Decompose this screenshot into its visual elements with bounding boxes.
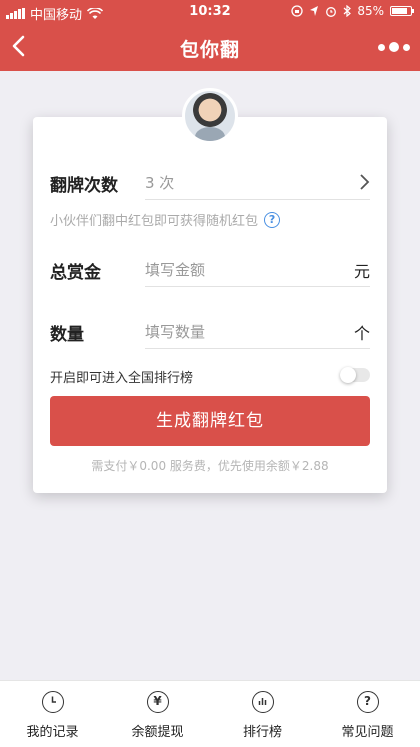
tab-label: 常见问题 bbox=[341, 725, 394, 740]
location-icon bbox=[310, 6, 319, 16]
leaderboard-toggle-row: 开启即可进入全国排行榜 bbox=[50, 366, 370, 386]
quantity-placeholder: 填写数量 bbox=[145, 323, 206, 341]
lock-rotation-icon bbox=[291, 5, 303, 17]
help-icon[interactable]: ? bbox=[264, 211, 281, 228]
chevron-right-icon bbox=[360, 174, 370, 190]
yuan-icon: ¥ bbox=[146, 691, 169, 713]
tab-label: 余额提现 bbox=[131, 725, 184, 740]
tab-balance-withdraw[interactable]: ¥ 余额提现 bbox=[105, 681, 210, 747]
battery-icon bbox=[390, 6, 414, 16]
nav-bar: 包你翻 bbox=[0, 24, 420, 71]
toggle-knob bbox=[340, 367, 356, 383]
quantity-unit: 个 bbox=[353, 324, 370, 343]
flip-hint: 小伙伴们翻中红包即可获得随机红包 ? bbox=[50, 210, 281, 229]
ranking-icon bbox=[251, 691, 274, 713]
more-menu-button[interactable] bbox=[378, 42, 410, 52]
tab-faq[interactable]: ? 常见问题 bbox=[315, 681, 420, 747]
tab-label: 排行榜 bbox=[242, 725, 282, 740]
tab-my-records[interactable]: 我的记录 bbox=[0, 681, 105, 747]
flip-hint-text: 小伙伴们翻中红包即可获得随机红包 bbox=[50, 214, 259, 229]
more-dot-icon bbox=[389, 42, 399, 52]
battery-percent: 85% bbox=[357, 4, 384, 18]
status-bar: 中国移动 10:32 85% bbox=[0, 0, 420, 24]
flip-count-select[interactable]: 3 次 bbox=[145, 164, 370, 200]
quantity-input[interactable]: 填写数量 个 bbox=[145, 313, 370, 349]
alarm-icon bbox=[326, 7, 337, 17]
leaderboard-toggle-label: 开启即可进入全国排行榜 bbox=[50, 371, 194, 386]
reward-amount-input[interactable]: 填写金额 元 bbox=[145, 251, 370, 287]
avatar bbox=[182, 88, 238, 144]
reward-placeholder: 填写金额 bbox=[145, 261, 206, 279]
fee-notice: 需支付￥0.00 服务费，优先使用余额￥2.88 bbox=[91, 459, 329, 473]
quantity-label: 数量 bbox=[50, 325, 84, 345]
tab-label: 我的记录 bbox=[26, 725, 79, 740]
flip-count-value: 3 次 bbox=[145, 174, 175, 192]
more-dot-icon bbox=[403, 43, 410, 51]
page-title: 包你翻 bbox=[179, 39, 240, 61]
more-dot-icon bbox=[378, 43, 385, 51]
bluetooth-icon bbox=[343, 5, 352, 17]
status-right: 85% bbox=[291, 4, 414, 18]
clock-icon bbox=[41, 691, 64, 713]
reward-unit: 元 bbox=[353, 262, 370, 281]
generate-red-packet-button[interactable]: 生成翻牌红包 bbox=[50, 396, 370, 446]
leaderboard-toggle[interactable] bbox=[340, 367, 370, 383]
reward-label: 总赏金 bbox=[50, 263, 101, 283]
tab-leaderboard[interactable]: 排行榜 bbox=[210, 681, 315, 747]
red-packet-form-card: 翻牌次数 3 次 小伙伴们翻中红包即可获得随机红包 ? 总赏金 填写金额 元 数… bbox=[33, 117, 387, 493]
question-icon: ? bbox=[356, 691, 379, 713]
flip-count-label: 翻牌次数 bbox=[50, 176, 118, 196]
bottom-tab-bar: 我的记录 ¥ 余额提现 排行榜 ? 常见问题 bbox=[0, 680, 420, 747]
